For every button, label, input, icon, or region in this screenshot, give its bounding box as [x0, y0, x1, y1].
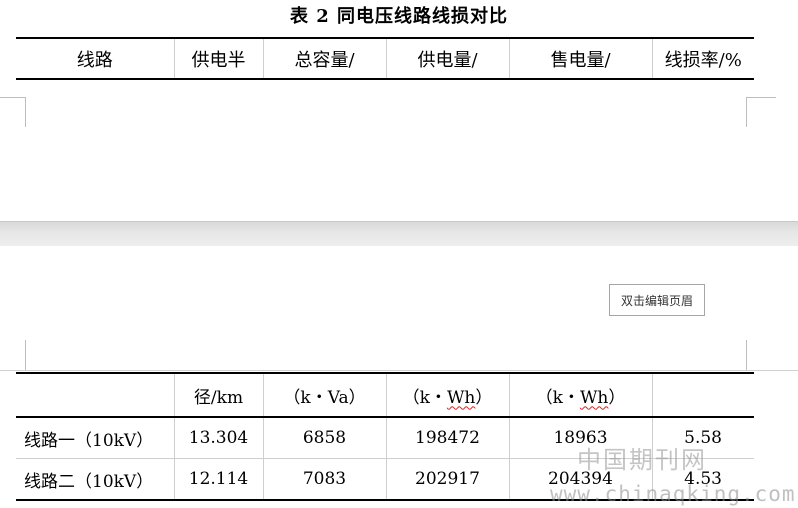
- units-row: 径/km （k・Va） （k・Wh） （k・Wh）: [16, 372, 754, 418]
- cell-radius: 12.114: [174, 458, 264, 501]
- table-header: 线路 供电半 总容量/ 供电量/ 售电量/ 线损率/%: [16, 37, 754, 80]
- col-header-supply: 供电量/: [386, 37, 510, 80]
- spellcheck-underline: Wh: [579, 387, 609, 408]
- spellcheck-underline: Wh: [446, 387, 476, 408]
- unit-line: [16, 372, 175, 418]
- unit-supply: （k・Wh）: [386, 372, 510, 418]
- cell-capacity: 7083: [263, 458, 387, 501]
- crop-mark-br-v: [746, 97, 747, 127]
- col-header-line: 线路: [16, 37, 175, 80]
- cell-capacity: 6858: [263, 417, 387, 459]
- cell-supply: 202917: [386, 458, 510, 501]
- header-area-boundary: [0, 370, 798, 371]
- col-header-sold: 售电量/: [509, 37, 653, 80]
- cell-radius: 13.304: [174, 417, 264, 459]
- unit-loss: [652, 372, 754, 418]
- col-header-loss-rate: 线损率/%: [652, 37, 754, 80]
- crop-mark-bl-h: [0, 97, 25, 98]
- cell-line: 线路二（10kV）: [16, 458, 175, 501]
- cell-supply: 198472: [386, 417, 510, 459]
- edit-header-button[interactable]: 双击编辑页眉: [609, 284, 705, 316]
- crop-mark-bl-v: [25, 97, 26, 127]
- watermark-url: www.chinaqking.com: [550, 482, 796, 506]
- col-header-radius: 供电半: [174, 37, 264, 80]
- crop-mark-tr-v: [746, 340, 747, 370]
- table-caption: 表 2 同电压线路线损对比: [289, 6, 509, 27]
- page-gap: [0, 222, 798, 246]
- crop-mark-tl-v: [25, 340, 26, 370]
- col-header-capacity: 总容量/: [263, 37, 387, 80]
- crop-mark-br-h: [746, 97, 776, 98]
- watermark-site-name: 中国期刊网: [577, 446, 707, 474]
- cell-line: 线路一（10kV）: [16, 417, 175, 459]
- unit-radius: 径/km: [174, 372, 264, 418]
- unit-sold: （k・Wh）: [509, 372, 653, 418]
- unit-capacity: （k・Va）: [263, 372, 387, 418]
